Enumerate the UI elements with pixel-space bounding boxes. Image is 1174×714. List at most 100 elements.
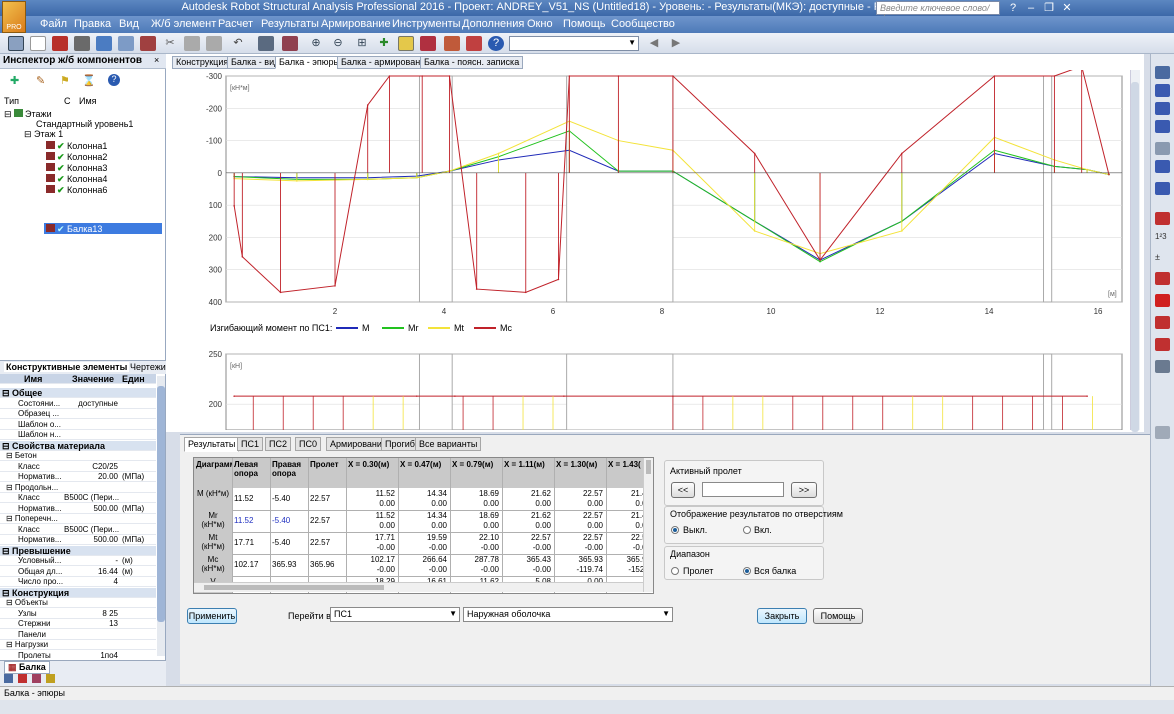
- tab-lc1[interactable]: ПС1: [237, 437, 263, 451]
- rc-icon[interactable]: [18, 674, 27, 683]
- apply-button[interactable]: Применить: [187, 608, 237, 624]
- menu-results[interactable]: Результаты: [261, 18, 319, 30]
- zoom-out-icon[interactable]: ⊖: [330, 36, 346, 51]
- save-icon[interactable]: [52, 36, 68, 51]
- calc-options-icon[interactable]: [1155, 182, 1170, 195]
- tab-results[interactable]: Результаты: [184, 437, 240, 452]
- paste-icon[interactable]: [206, 36, 222, 51]
- calc-icon[interactable]: [420, 36, 436, 51]
- property-row[interactable]: Норматив... 500.00 (MПа): [0, 535, 156, 545]
- support-icon[interactable]: [1155, 102, 1170, 115]
- property-row[interactable]: Класс C20/25: [0, 462, 156, 472]
- tab-lc2[interactable]: ПС2: [265, 437, 291, 451]
- range-whole-radio[interactable]: [743, 567, 751, 575]
- menu-addons[interactable]: Дополнения: [462, 18, 524, 30]
- drawing-icon[interactable]: [32, 674, 41, 683]
- help-icon[interactable]: ?: [1006, 2, 1020, 14]
- property-row[interactable]: Панели: [0, 630, 156, 640]
- property-row[interactable]: ⊟ Превышение: [0, 545, 156, 556]
- tree-std-level[interactable]: Стандартный уровень1: [36, 119, 133, 129]
- minimize-icon[interactable]: –: [1024, 2, 1038, 14]
- property-row[interactable]: ⊟ Продольн...: [0, 483, 156, 493]
- table-hscroll-thumb[interactable]: [204, 585, 384, 590]
- cut-icon[interactable]: ✂: [162, 36, 178, 51]
- list-icon[interactable]: [4, 674, 13, 683]
- menu-community[interactable]: Сообщество: [611, 18, 675, 30]
- property-row[interactable]: Пролеты 1по4: [0, 651, 156, 660]
- rc-calc-icon[interactable]: [1155, 212, 1170, 225]
- preview-icon[interactable]: [96, 36, 112, 51]
- tree-beam13[interactable]: ✔ Балка13: [46, 224, 102, 235]
- property-row[interactable]: Шаблон о...: [0, 420, 156, 430]
- stirrup-icon[interactable]: [1155, 338, 1170, 351]
- tab-all-variants[interactable]: Все варианты: [415, 437, 482, 451]
- menu-help[interactable]: Помощь: [563, 18, 606, 30]
- property-row[interactable]: Общая дл... 16.44 (м): [0, 567, 156, 577]
- tree-floor-1[interactable]: ⊟ Этаж 1: [24, 129, 63, 140]
- tab-beam-diagrams[interactable]: Балка - эпюры: [275, 56, 344, 69]
- close-icon[interactable]: ×: [154, 55, 159, 65]
- copy-icon[interactable]: [184, 36, 200, 51]
- help-icon[interactable]: ?: [488, 36, 504, 51]
- menu-view[interactable]: Вид: [119, 18, 139, 30]
- help-button[interactable]: Помощь: [813, 608, 863, 624]
- properties-scroll-thumb[interactable]: [157, 386, 165, 622]
- structure-icon[interactable]: [8, 36, 24, 51]
- shell-select[interactable]: Наружная оболочка ▼: [463, 607, 673, 622]
- opening-icon[interactable]: [1155, 142, 1170, 155]
- tab-structural-elements[interactable]: Конструктивные элементы: [4, 362, 130, 372]
- property-row[interactable]: ⊟ Общее: [0, 388, 156, 398]
- property-row[interactable]: ⊟ Объекты: [0, 598, 156, 608]
- tree-col3[interactable]: ✔ Колонна3: [46, 163, 107, 174]
- property-row[interactable]: ⊟ Нагрузки: [0, 640, 156, 650]
- table-icon[interactable]: [1155, 360, 1170, 373]
- help-icon[interactable]: ?: [108, 74, 120, 86]
- tab-beam[interactable]: ▦ Балка: [4, 661, 50, 674]
- tools-icon[interactable]: [466, 36, 482, 51]
- range-span-radio[interactable]: [671, 567, 679, 575]
- property-row[interactable]: Число про... 4: [0, 577, 156, 587]
- redo-icon[interactable]: [258, 36, 274, 51]
- property-row[interactable]: ⊟ Поперечн...: [0, 514, 156, 524]
- tree-col1[interactable]: ✔ Колонна1: [46, 141, 107, 152]
- property-row[interactable]: Класс B500C (Пери...: [0, 525, 156, 535]
- tab-structure[interactable]: Конструкция: [172, 56, 233, 69]
- zoom-in-icon[interactable]: ⊕: [308, 36, 324, 51]
- property-row[interactable]: ⊟ Свойства материала: [0, 440, 156, 451]
- property-row[interactable]: Образец ...: [0, 409, 156, 419]
- property-row[interactable]: ⊟ Конструкция: [0, 587, 156, 598]
- search-input[interactable]: Введите ключевое слово/фразу: [876, 1, 1000, 23]
- menu-calc[interactable]: Расчет: [218, 18, 253, 30]
- goto-select[interactable]: ПС1 ▼: [330, 607, 460, 622]
- property-row[interactable]: Условный... - (м): [0, 556, 156, 566]
- forward-icon[interactable]: ▶: [668, 36, 684, 51]
- bar-icon[interactable]: [1155, 272, 1170, 285]
- menu-tools[interactable]: Инструменты: [392, 18, 461, 30]
- menu-edit[interactable]: Правка: [74, 18, 111, 30]
- close-icon[interactable]: ✕: [1060, 2, 1074, 14]
- settings-icon[interactable]: [1155, 426, 1170, 439]
- property-row[interactable]: Норматив... 500.00 (MПа): [0, 504, 156, 514]
- new-icon[interactable]: [30, 36, 46, 51]
- edit-icon[interactable]: ✎: [36, 74, 48, 87]
- table-icon[interactable]: [398, 36, 414, 51]
- tree-col6[interactable]: ✔ Колонна6: [46, 185, 107, 196]
- property-row[interactable]: Состояни... доступные: [0, 399, 156, 409]
- menu-rc-element[interactable]: Ж/б элемент: [151, 18, 216, 30]
- toolbar-combobox[interactable]: ▼: [509, 36, 639, 51]
- tab-deflection[interactable]: Прогиб: [381, 437, 419, 451]
- property-row[interactable]: Шаблон н...: [0, 430, 156, 440]
- tab-lc0[interactable]: ПС0: [295, 437, 321, 451]
- property-row[interactable]: Стержни 13: [0, 619, 156, 629]
- screen-capture-icon[interactable]: [140, 36, 156, 51]
- rc-icon[interactable]: ✚: [376, 36, 392, 51]
- active-span-field[interactable]: [702, 482, 784, 497]
- undo-icon[interactable]: ↶: [230, 36, 246, 51]
- restore-icon[interactable]: ❐: [1042, 2, 1056, 14]
- filter-icon[interactable]: ⚑: [60, 74, 72, 87]
- tab-beam-notes[interactable]: Балка - поясн. записка: [420, 56, 524, 69]
- load-icon[interactable]: [1155, 84, 1170, 97]
- add-icon[interactable]: ✚: [10, 74, 20, 87]
- tab-drawings[interactable]: Чертежи: [130, 362, 166, 372]
- display-icon[interactable]: [282, 36, 298, 51]
